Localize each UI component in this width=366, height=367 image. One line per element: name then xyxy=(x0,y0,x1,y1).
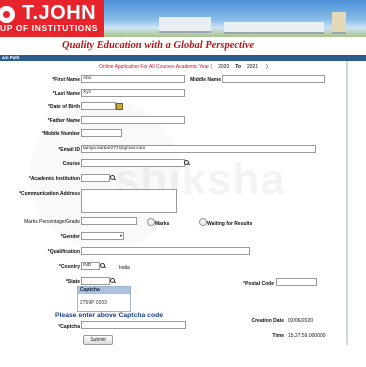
captcha-code: 2759P 0203 xyxy=(80,300,107,306)
creation-date-label: Creation Date xyxy=(251,318,284,324)
postal-code-field[interactable] xyxy=(276,278,317,286)
calendar-icon[interactable] xyxy=(116,103,123,110)
logo-emblem-icon xyxy=(0,6,15,23)
building-tower xyxy=(332,12,346,34)
breadcrumb-bar: ain Path xyxy=(0,55,366,61)
last-name-field[interactable]: Xyz xyxy=(81,89,185,97)
country-search-icon[interactable] xyxy=(100,263,106,269)
middle-name-field[interactable] xyxy=(222,75,325,83)
qualification-label: *Qualification xyxy=(47,249,80,255)
course-search-icon[interactable] xyxy=(184,160,190,166)
gender-select[interactable]: ▾ xyxy=(81,232,124,240)
header-banner: T.JOHN UP OF INSTITUTIONS Quality Educat… xyxy=(0,0,366,55)
father-name-field[interactable] xyxy=(81,116,185,124)
state-label: *State xyxy=(65,279,80,285)
tagline: Quality Education with a Global Perspect… xyxy=(62,40,255,51)
form-title: Online Application For All Courses Acade… xyxy=(99,64,268,70)
first-name-field[interactable]: Abc xyxy=(81,75,185,83)
building-right xyxy=(224,22,324,34)
time-value: 15.27.59.000000 xyxy=(288,333,326,339)
middle-name-label: Middle Name xyxy=(190,77,221,83)
state-field[interactable] xyxy=(81,277,110,285)
country-name: India xyxy=(119,265,130,271)
brand-group: UP OF INSTITUTIONS xyxy=(0,23,99,33)
country-label: *Country xyxy=(58,264,80,270)
right-divider xyxy=(346,61,348,345)
mobile-field[interactable] xyxy=(81,129,122,137)
waiting-radio-label: Waiting for Results xyxy=(207,221,253,227)
course-label: Course xyxy=(62,161,80,167)
captcha-label: *Captcha xyxy=(58,324,80,330)
captcha-field[interactable] xyxy=(81,321,186,329)
marks-label: Marks Percentage/Grade xyxy=(24,219,80,225)
postal-code-label: *Postal Code xyxy=(243,281,274,287)
marks-radio[interactable] xyxy=(147,218,155,226)
address-label: *Communication Address xyxy=(19,191,80,197)
logo-block: T.JOHN UP OF INSTITUTIONS xyxy=(0,0,104,37)
course-field[interactable] xyxy=(81,159,185,167)
first-name-label: *First Name xyxy=(52,77,80,83)
creation-date-value: 02/06/2020 xyxy=(288,318,314,324)
brand-name: T.JOHN xyxy=(22,2,97,24)
marks-radio-label: Marks xyxy=(155,221,170,227)
submit-button[interactable]: Submit xyxy=(83,335,113,345)
breadcrumb: ain Path xyxy=(2,55,20,60)
building-left xyxy=(159,17,211,33)
email-label: *Email ID xyxy=(58,147,80,153)
marks-field[interactable] xyxy=(81,217,137,225)
captcha-header: Captcha xyxy=(78,287,130,294)
captcha-instruction: Please enter above Captcha code xyxy=(55,312,164,319)
country-field[interactable]: IND xyxy=(81,262,100,270)
father-name-label: *Father Name xyxy=(47,118,80,124)
institution-label: *Academic Institution xyxy=(28,176,80,182)
gender-label: *Gender xyxy=(60,234,80,240)
dob-label: *Date of Birth xyxy=(48,104,80,110)
chevron-down-icon: ▾ xyxy=(119,233,122,238)
page-footer-area xyxy=(0,346,366,367)
qualification-field[interactable] xyxy=(81,247,250,255)
email-field[interactable]: taniya.sarkar277@gmail.com xyxy=(81,145,316,153)
time-label: Time xyxy=(272,333,284,339)
waiting-radio[interactable] xyxy=(199,218,207,226)
institution-search-icon[interactable] xyxy=(110,175,116,181)
state-search-icon[interactable] xyxy=(110,278,116,284)
dob-field[interactable] xyxy=(81,102,116,110)
campus-photo xyxy=(104,0,366,37)
mobile-label: *Mobile Number xyxy=(41,131,80,137)
last-name-label: *Last Name xyxy=(52,91,80,97)
address-field[interactable] xyxy=(81,189,177,213)
institution-field[interactable] xyxy=(81,174,110,182)
captcha-box: Captcha 2759P 0203 xyxy=(77,286,131,312)
